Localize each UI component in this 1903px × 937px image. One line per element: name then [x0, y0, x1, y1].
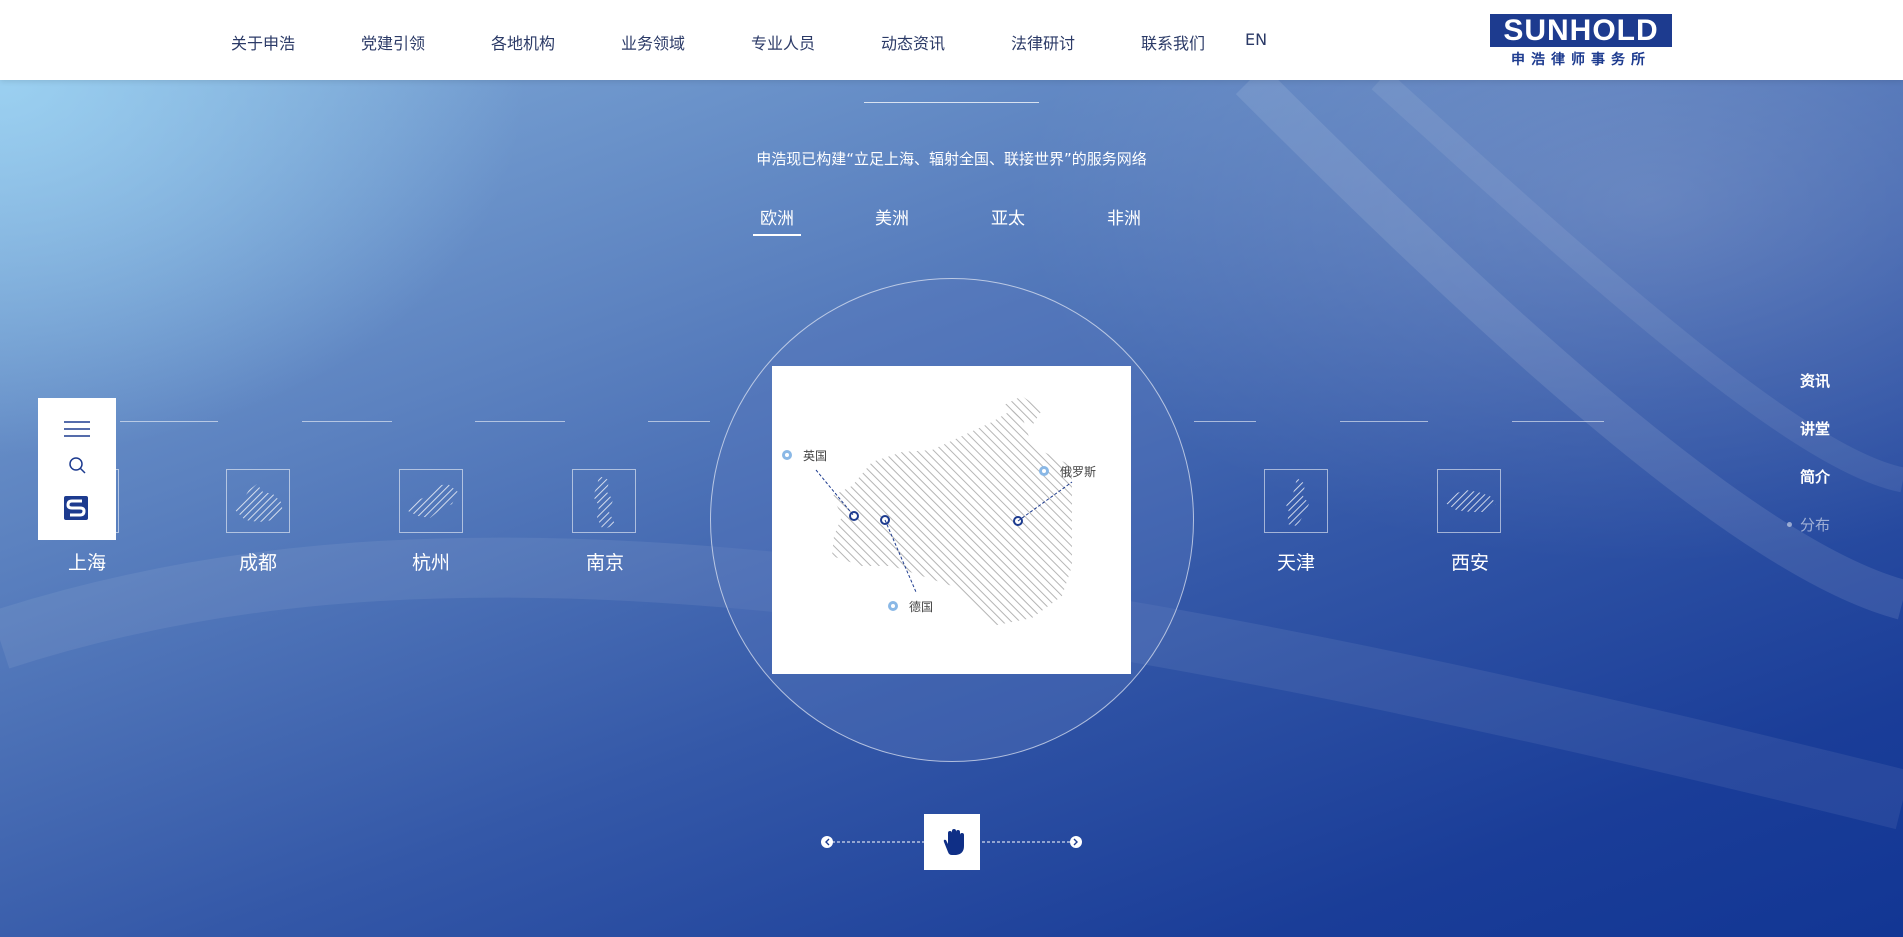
connector-line [120, 421, 218, 422]
nav-item-contact[interactable]: 联系我们 [1141, 30, 1205, 54]
city-chengdu-label[interactable]: 成都 [218, 548, 298, 575]
section-nav-intro[interactable]: 简介 [1800, 466, 1830, 487]
map-label-uk: 英国 [803, 449, 828, 463]
city-tianjin-thumb[interactable] [1264, 469, 1328, 533]
hero-divider [864, 102, 1039, 103]
tab-europe[interactable]: 欧洲 [760, 204, 794, 229]
search-icon [69, 457, 86, 474]
city-xian-label[interactable]: 西安 [1430, 548, 1510, 575]
chevron-left-icon[interactable] [821, 836, 833, 848]
city-shanghai-label[interactable]: 上海 [47, 548, 127, 575]
nav-item-about[interactable]: 关于申浩 [231, 30, 295, 54]
map-label-germany: 德国 [909, 600, 934, 614]
active-section-dot [1787, 522, 1792, 527]
menu-button[interactable] [38, 412, 116, 452]
site-header: 关于申浩 党建引领 各地机构 业务领域 专业人员 动态资讯 法律研讨 联系我们 … [0, 0, 1903, 80]
site-logo[interactable]: SUNHOLD 申浩律师事务所 [1490, 14, 1672, 69]
tab-africa[interactable]: 非洲 [1107, 204, 1141, 229]
logo-subtitle: 申浩律师事务所 [1511, 52, 1651, 68]
city-nanjing-label[interactable]: 南京 [565, 548, 645, 575]
connector-line [1512, 421, 1604, 422]
europe-map-graphic [782, 396, 1073, 626]
nav-item-party[interactable]: 党建引领 [361, 30, 425, 54]
nav-item-practice[interactable]: 业务领域 [621, 30, 685, 54]
connector-line [1194, 421, 1256, 422]
city-tianjin-label[interactable]: 天津 [1256, 548, 1336, 575]
tab-asia-pacific[interactable]: 亚太 [991, 204, 1025, 229]
section-nav-distribution[interactable]: 分布 [1800, 514, 1830, 535]
city-chengdu-thumb[interactable] [226, 469, 290, 533]
menu-icon [64, 421, 90, 437]
chevron-right-icon[interactable] [1070, 836, 1082, 848]
language-switch[interactable]: EN [1245, 30, 1267, 49]
sunhold-logo-icon [64, 496, 88, 520]
city-nanjing-thumb[interactable] [572, 469, 636, 533]
logo-wordmark: SUNHOLD [1490, 14, 1672, 47]
connector-line [1340, 421, 1428, 422]
city-xian-thumb[interactable] [1437, 469, 1501, 533]
section-nav-news[interactable]: 资讯 [1800, 370, 1830, 391]
connector-line [302, 421, 392, 422]
section-nav-lectures[interactable]: 讲堂 [1800, 418, 1830, 439]
city-hangzhou-thumb[interactable] [399, 469, 463, 533]
nav-item-research[interactable]: 法律研讨 [1011, 30, 1075, 54]
swipe-control[interactable] [820, 814, 1084, 870]
hero-subtitle: 申浩现已构建“立足上海、辐射全国、联接世界”的服务网络 [756, 150, 1147, 168]
europe-map-card: 英国 俄罗斯 德国 [772, 366, 1131, 674]
tools-panel [38, 398, 116, 540]
active-tab-indicator [753, 234, 801, 236]
city-hangzhou-label[interactable]: 杭州 [391, 548, 471, 575]
map-label-russia: 俄罗斯 [1060, 465, 1097, 479]
search-button[interactable] [38, 450, 116, 490]
hero-section: 申浩现已构建“立足上海、辐射全国、联接世界”的服务网络 欧洲 美洲 亚太 非洲 … [0, 80, 1903, 937]
nav-item-offices[interactable]: 各地机构 [491, 30, 555, 54]
tab-americas[interactable]: 美洲 [875, 204, 909, 229]
brand-button[interactable] [38, 490, 116, 530]
nav-item-news[interactable]: 动态资讯 [881, 30, 945, 54]
connector-line [475, 421, 565, 422]
nav-item-people[interactable]: 专业人员 [751, 30, 815, 54]
connector-line [648, 421, 710, 422]
